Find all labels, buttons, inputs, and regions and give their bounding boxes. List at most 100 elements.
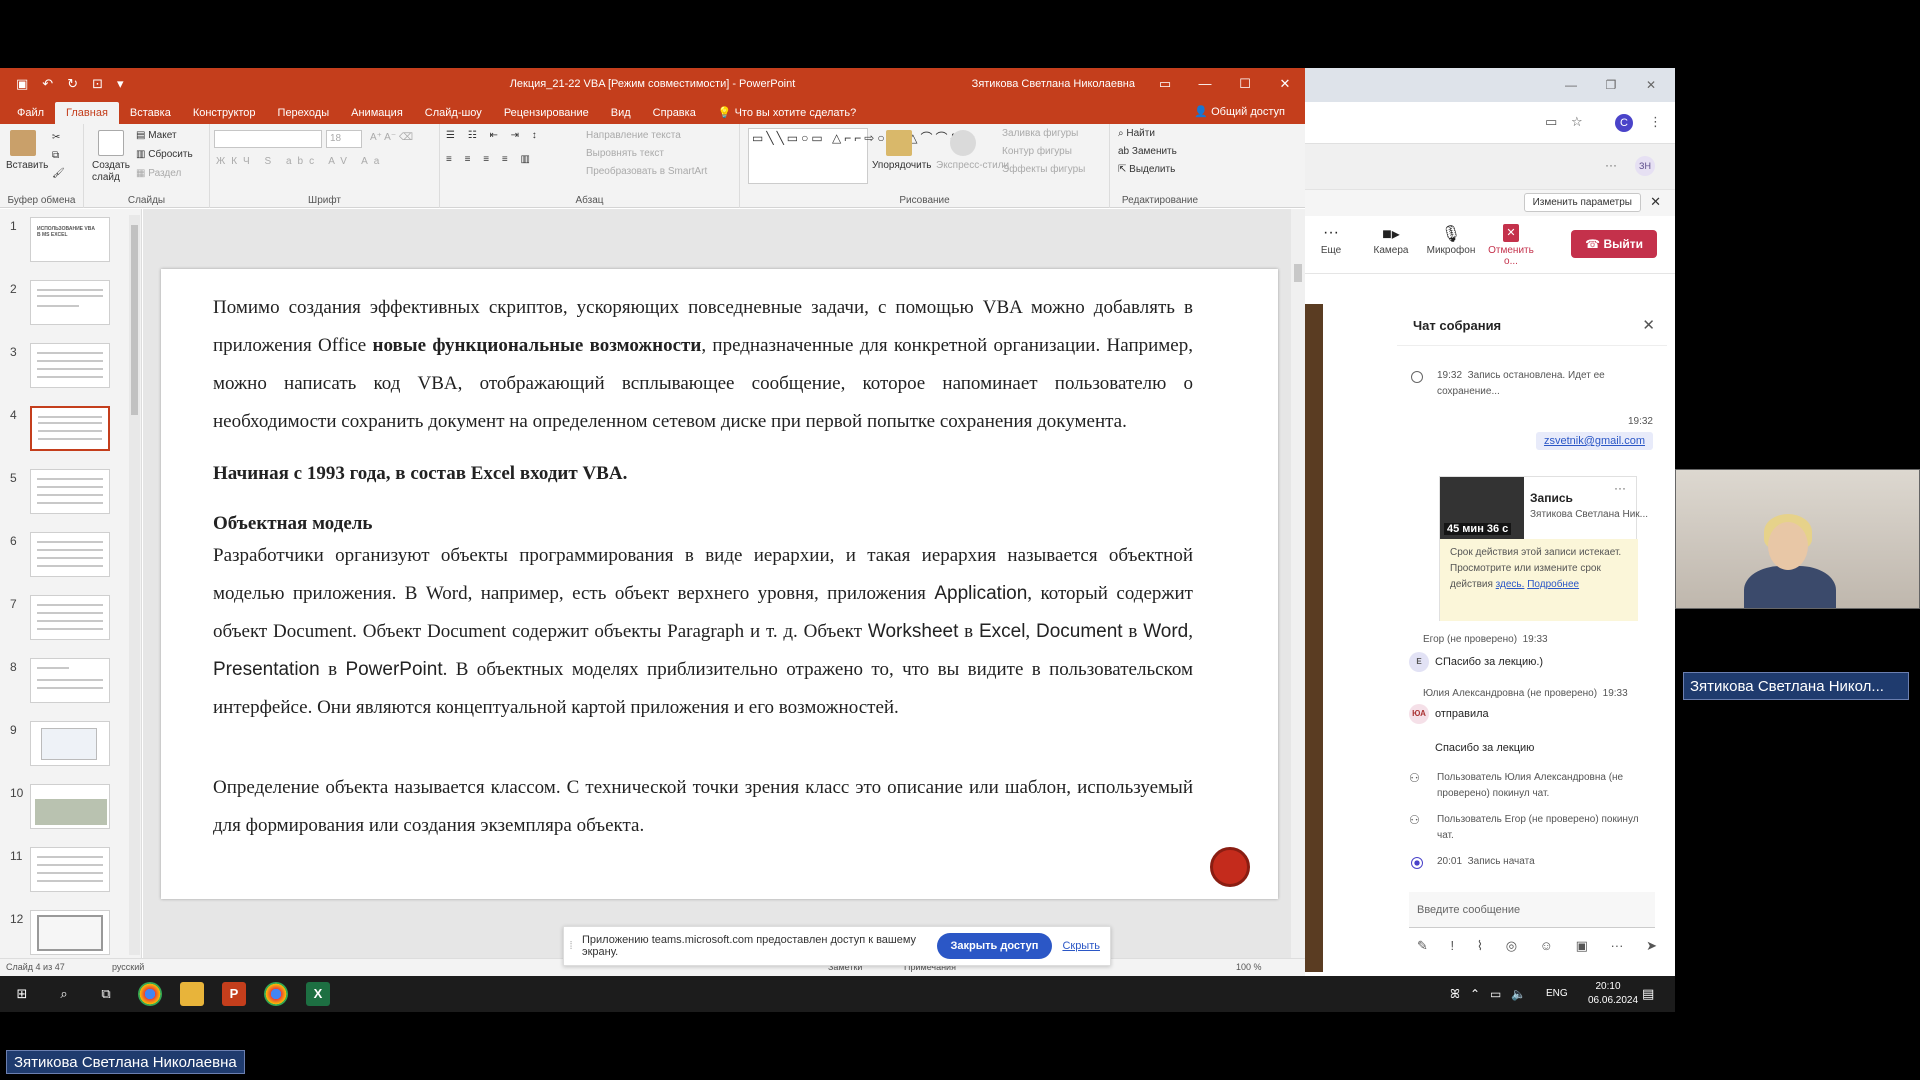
new-slide-button[interactable]: Создать слайд (92, 160, 136, 184)
tab-home[interactable]: Главная (55, 102, 119, 124)
powerpoint-icon[interactable]: P (222, 982, 246, 1006)
close-icon[interactable]: ✕ (1631, 68, 1671, 102)
chrome-icon[interactable] (138, 982, 162, 1006)
slide-thumb-3[interactable]: 3 (0, 343, 130, 403)
drag-handle-icon[interactable]: ⁞ (564, 940, 578, 952)
close-banner-icon[interactable]: ✕ (1650, 194, 1661, 210)
clock[interactable]: 20:10 06.06.2024 (1588, 980, 1638, 1016)
close-chat-icon[interactable]: ✕ (1642, 316, 1655, 334)
email-link[interactable]: zsvetnik@gmail.com (1544, 435, 1645, 447)
slide-thumb-1[interactable]: 1 ИСПОЛЬЗОВАНИЕ VBA В MS EXCEL (0, 217, 130, 277)
tab-review[interactable]: Рецензирование (493, 102, 600, 124)
find-button[interactable]: ⌕ Найти (1118, 128, 1155, 139)
emoji-icon[interactable]: ☺ (1540, 938, 1553, 954)
browser-menu-icon[interactable]: ⋮ (1649, 114, 1662, 130)
more-actions-icon[interactable]: ··· (1610, 938, 1623, 954)
loop-icon[interactable]: ◎ (1506, 938, 1517, 954)
zoom-level[interactable]: 100 % (1236, 959, 1262, 976)
chat-message-input[interactable]: Введите сообщение (1409, 892, 1655, 928)
shape-outline-button[interactable]: Контур фигуры (1002, 146, 1072, 157)
important-icon[interactable]: ! (1451, 938, 1455, 954)
tray-icons[interactable]: ꕤ ⌃ ▭ 🔈 (1450, 976, 1526, 1012)
learn-more-link[interactable]: Подробнее (1527, 579, 1579, 590)
redo-icon[interactable]: ↻ (67, 76, 78, 92)
camera-permission-icon[interactable]: ▭ (1545, 114, 1557, 130)
grow-font-icon[interactable]: A⁺ A⁻ ⌫ (370, 132, 413, 143)
format-painter-icon[interactable]: 🖌 (52, 168, 65, 179)
language-indicator[interactable]: русский (112, 959, 144, 976)
search-icon[interactable]: ⌕ (52, 982, 76, 1006)
slide-thumb-6[interactable]: 6 (0, 532, 130, 592)
layout-button[interactable]: ▤ Макет (136, 130, 177, 141)
slide-thumb-4[interactable]: 4 (0, 406, 130, 466)
task-view-icon[interactable]: ⧉ (94, 982, 118, 1006)
format-icon[interactable]: ✎ (1417, 938, 1428, 954)
arrange-icon[interactable] (886, 130, 912, 156)
change-params-button[interactable]: Изменить параметры (1523, 193, 1641, 212)
file-explorer-icon[interactable] (180, 982, 204, 1006)
minimize-icon[interactable]: — (1185, 68, 1225, 100)
slide-heading-1993[interactable]: Начиная с 1993 года, в состав Excel вход… (213, 455, 1193, 493)
tab-animations[interactable]: Анимация (340, 102, 414, 124)
align-icons[interactable]: ≡ ≡ ≡ ≡ ▥ (446, 154, 535, 165)
notifications-icon[interactable]: ▤ (1642, 976, 1654, 1012)
slide-paragraph-1[interactable]: Помимо создания эффективных скриптов, ус… (213, 289, 1193, 441)
select-button[interactable]: ⇱ Выделить (1118, 164, 1175, 175)
reset-button[interactable]: ▥ Сбросить (136, 149, 193, 160)
tab-slideshow[interactable]: Слайд-шоу (414, 102, 493, 124)
tab-design[interactable]: Конструктор (182, 102, 267, 124)
attach-icon[interactable]: ⌇ (1477, 938, 1483, 954)
share-button[interactable]: 👤 Общий доступ (1194, 102, 1285, 122)
present-icon[interactable]: ⊡ (92, 76, 103, 92)
section-button[interactable]: ▦ Раздел (136, 168, 181, 179)
quick-styles-button[interactable]: Экспресс-стили (936, 160, 1009, 171)
chrome-icon-2[interactable] (264, 982, 288, 1006)
list-icons[interactable]: ☰ ☷ ⇤ ⇥ ↕ (446, 130, 542, 141)
thumbnails-scrollbar[interactable] (129, 215, 140, 955)
scrollbar-thumb[interactable] (131, 225, 138, 415)
save-icon[interactable]: ▣ (16, 76, 28, 92)
profile-avatar[interactable]: C (1615, 114, 1633, 132)
hide-link[interactable]: Скрыть (1062, 940, 1100, 952)
slide-thumb-7[interactable]: 7 (0, 595, 130, 655)
slide-thumb-11[interactable]: 11 (0, 847, 130, 907)
record-indicator[interactable] (1210, 847, 1250, 887)
paste-icon[interactable] (10, 130, 36, 156)
copy-icon[interactable]: ⧉ (52, 150, 59, 161)
slide-paragraph-2[interactable]: Разработчики организуют объекты программ… (213, 537, 1193, 727)
cut-icon[interactable]: ✂ (52, 132, 60, 143)
recording-card[interactable]: 45 мин 36 с Запись Зятикова Светлана Ник… (1439, 476, 1648, 621)
smartart-button[interactable]: Преобразовать в SmartArt (586, 166, 707, 177)
quick-styles-icon[interactable] (950, 130, 976, 156)
font-name-input[interactable] (214, 130, 322, 148)
user-avatar[interactable]: ЗН (1635, 156, 1655, 176)
ribbon-options-icon[interactable]: ▭ (1145, 68, 1185, 100)
slide-thumb-2[interactable]: 2 (0, 280, 130, 340)
align-text-button[interactable]: Выровнять текст (586, 148, 664, 159)
font-format-icons[interactable]: ЖКЧ S abc AV Aa (216, 156, 385, 167)
close-icon[interactable]: ✕ (1265, 68, 1305, 100)
stop-sharing-button[interactable]: Закрыть доступ (936, 933, 1053, 959)
tab-help[interactable]: Справка (642, 102, 707, 124)
tab-insert[interactable]: Вставка (119, 102, 182, 124)
more-button[interactable]: ··· Еще (1301, 224, 1361, 256)
my-message-email[interactable]: zsvetnik@gmail.com (1535, 432, 1653, 450)
new-slide-icon[interactable] (98, 130, 124, 156)
slide-thumb-5[interactable]: 5 (0, 469, 130, 529)
input-language[interactable]: ENG (1546, 976, 1568, 1012)
bookmark-star-icon[interactable]: ☆ (1571, 114, 1583, 130)
slide-thumb-9[interactable]: 9 (0, 721, 130, 781)
maximize-icon[interactable]: ☐ (1225, 68, 1265, 100)
slide-paragraph-3[interactable]: Определение объекта называется классом. … (213, 769, 1193, 845)
gif-icon[interactable]: ▣ (1576, 938, 1588, 954)
minimize-icon[interactable]: — (1551, 68, 1591, 102)
excel-icon[interactable]: X (306, 982, 330, 1006)
ppt-user-name[interactable]: Зятикова Светлана Николаевна (972, 78, 1135, 90)
tab-view[interactable]: Вид (600, 102, 642, 124)
expiry-here-link[interactable]: здесь. (1496, 579, 1525, 590)
paste-button[interactable]: Вставить (6, 160, 48, 171)
microphone-button[interactable]: 🎙 Микрофон (1421, 224, 1481, 256)
scrollbar-thumb[interactable] (1294, 264, 1302, 282)
arrange-button[interactable]: Упорядочить (872, 160, 932, 171)
camera-button[interactable]: ■▸ Камера (1361, 224, 1421, 256)
